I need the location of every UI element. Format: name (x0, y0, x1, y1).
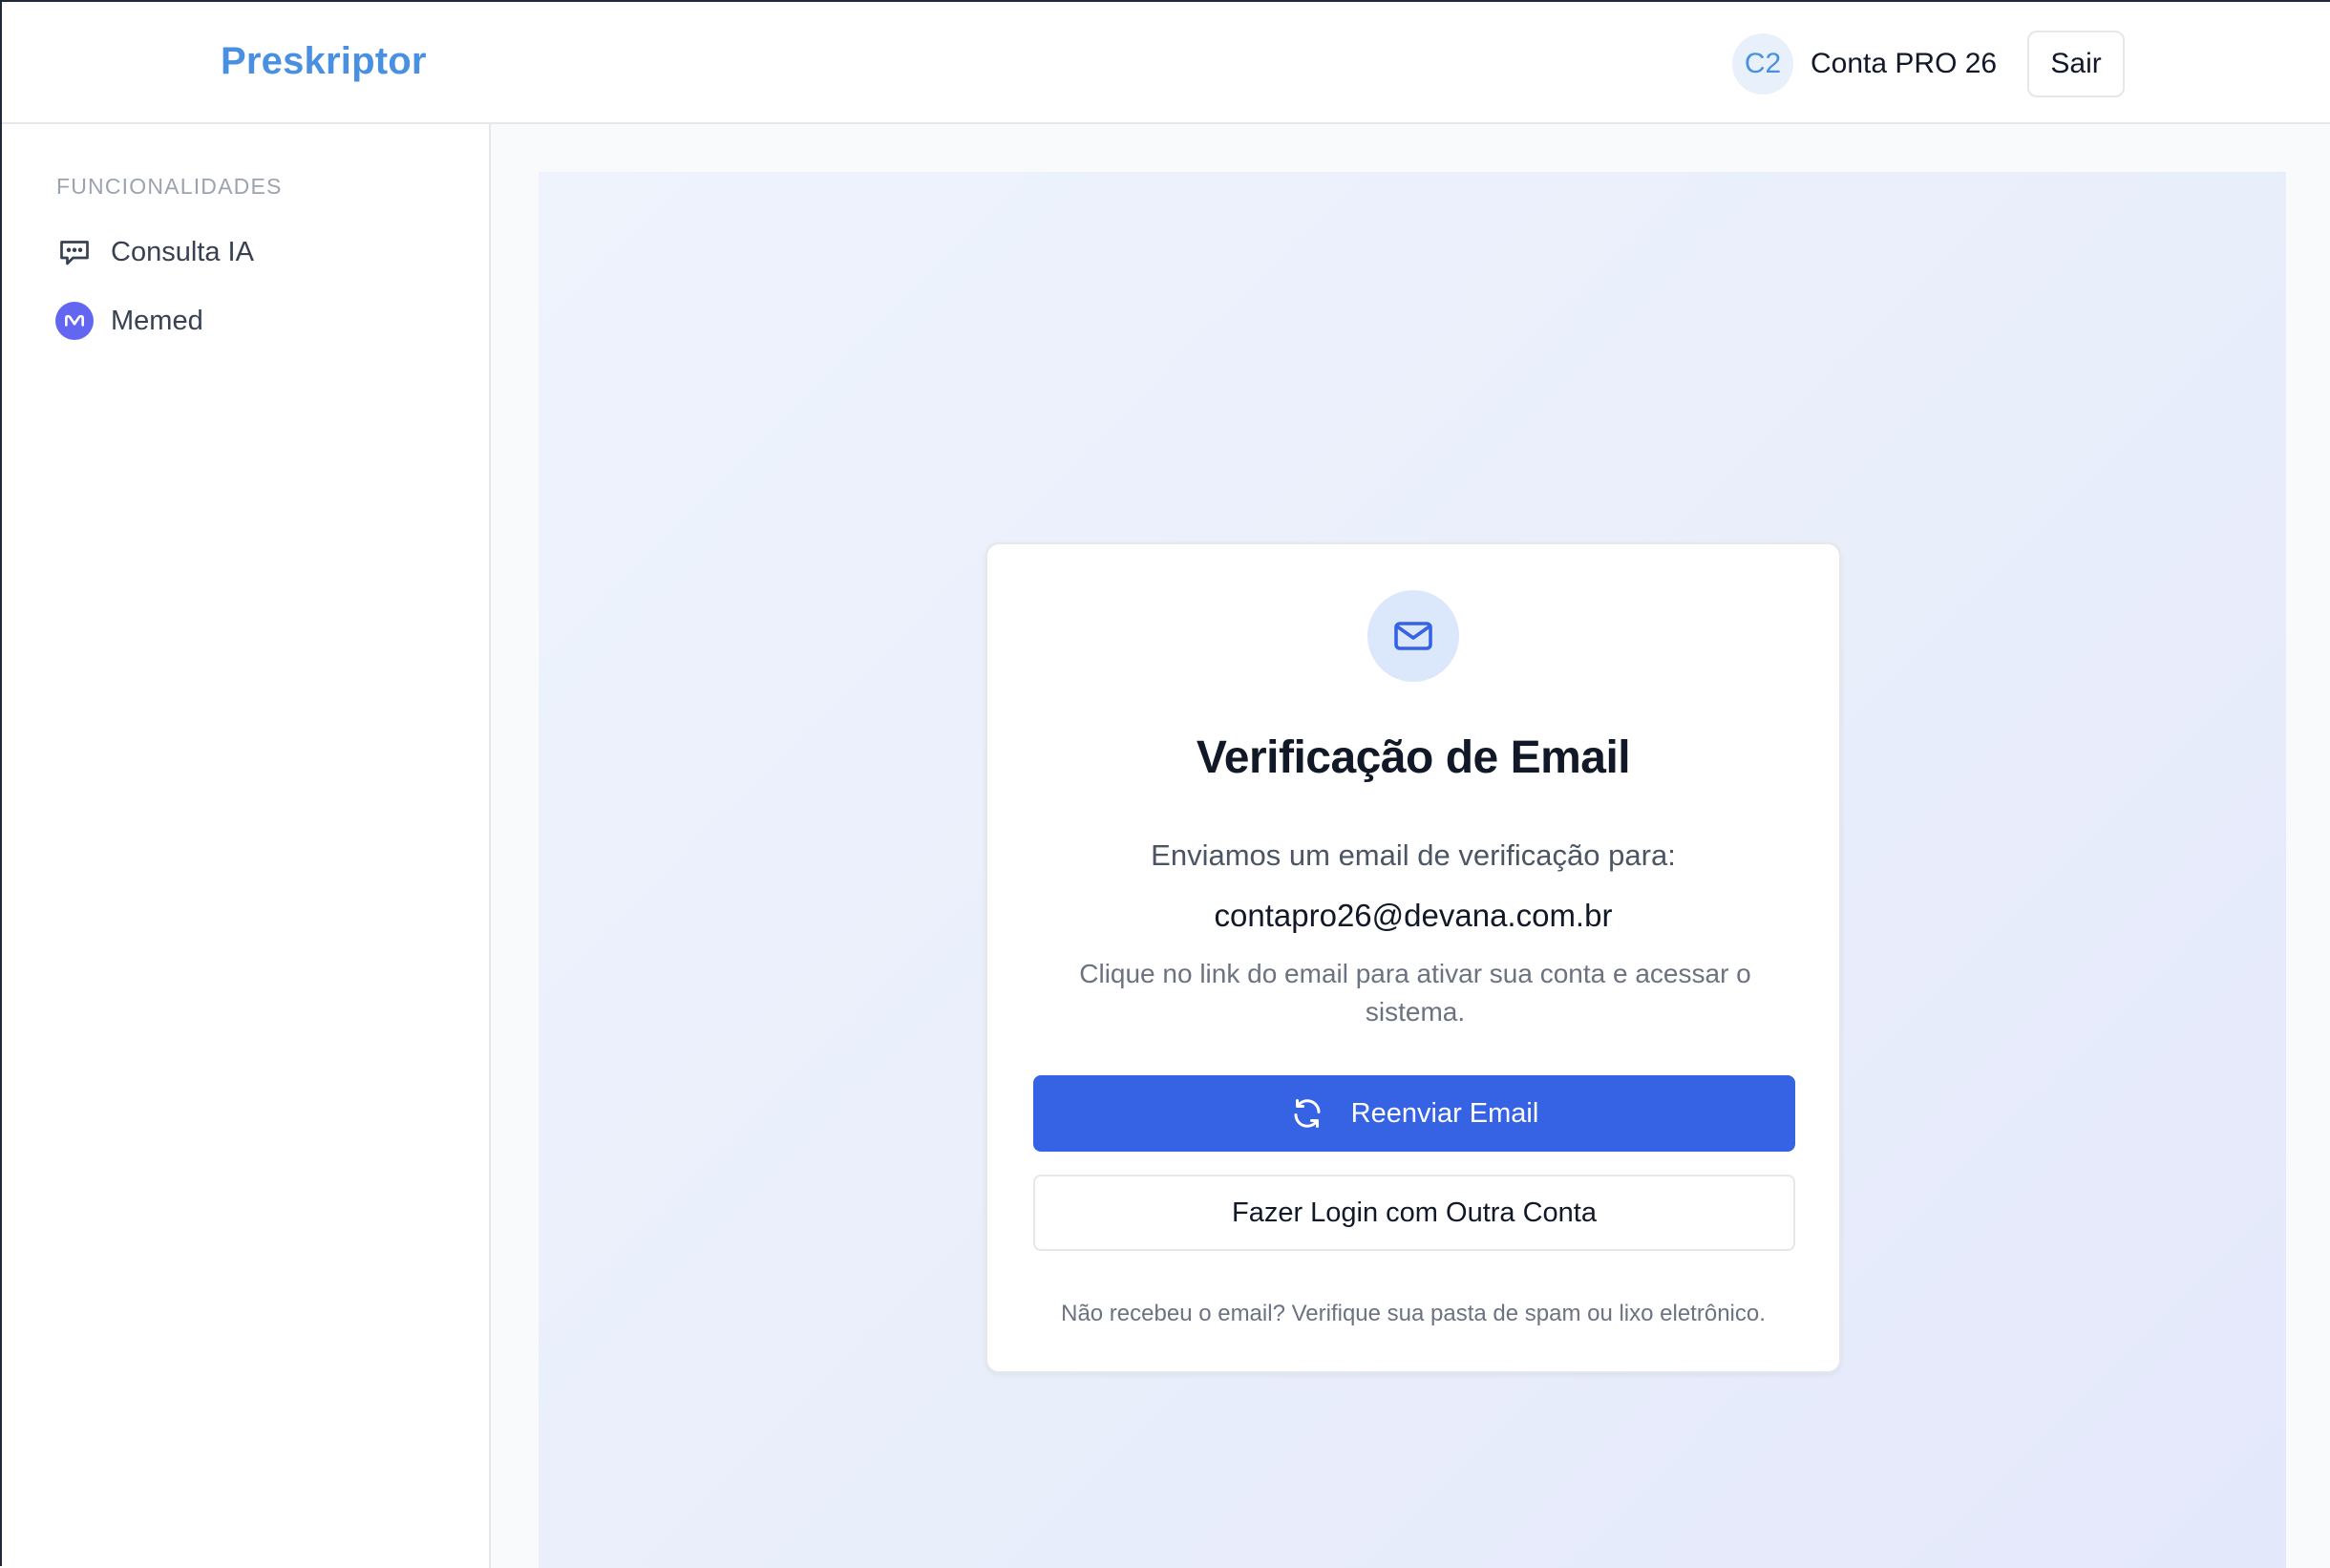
app-window: Preskriptor C2 Conta PRO 26 Sair FUNCION… (0, 0, 2330, 1568)
sidebar-item-memed[interactable]: Memed (55, 298, 203, 344)
mail-icon (1367, 590, 1459, 682)
spam-hint: Não recebeu o email? Verifique sua pasta… (1061, 1301, 1766, 1326)
verification-card: Verificação de Email Enviamos um email d… (985, 542, 1841, 1373)
user-menu: C2 Conta PRO 26 Sair (1732, 31, 2126, 97)
content-panel: Verificação de Email Enviamos um email d… (539, 172, 2286, 1568)
sidebar-item-consulta-ia[interactable]: Consulta IA (55, 229, 254, 275)
page-title: Verificação de Email (1196, 732, 1631, 783)
login-other-account-button[interactable]: Fazer Login com Outra Conta (1033, 1175, 1795, 1251)
hint-message: Clique no link do email para ativar sua … (1079, 959, 1751, 1027)
refresh-icon (1290, 1096, 1324, 1131)
logout-button[interactable]: Sair (2027, 31, 2126, 97)
sidebar: FUNCIONALIDADES Consulta IA Memed (2, 124, 491, 1568)
email-address: contapro26@devana.com.br (1214, 898, 1613, 933)
memed-logo-icon (55, 302, 94, 340)
main-content: Verificação de Email Enviamos um email d… (491, 124, 2330, 1568)
brand-logo[interactable]: Preskriptor (221, 40, 427, 83)
sidebar-heading: FUNCIONALIDADES (56, 174, 283, 199)
avatar[interactable]: C2 (1732, 33, 1793, 95)
sent-message: Enviamos um email de verificação para: (1151, 838, 1676, 872)
top-header: Preskriptor C2 Conta PRO 26 Sair (2, 2, 2330, 124)
sidebar-item-label: Memed (111, 305, 203, 336)
resend-email-button[interactable]: Reenviar Email (1033, 1075, 1795, 1152)
user-name: Conta PRO 26 (1811, 48, 1998, 79)
sidebar-item-label: Consulta IA (111, 236, 254, 267)
chat-bubble-icon (55, 233, 94, 271)
resend-email-label: Reenviar Email (1350, 1097, 1539, 1129)
